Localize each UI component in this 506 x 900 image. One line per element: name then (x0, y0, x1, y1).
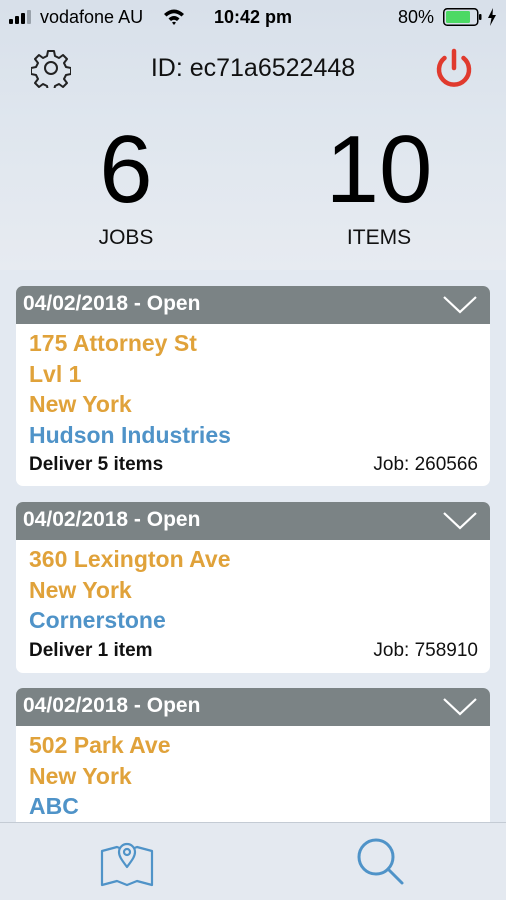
items-stat: 10 ITEMS (279, 118, 479, 250)
job-date-status: 04/02/2018 - Open (23, 292, 201, 315)
job-number: Job: 758910 (373, 639, 478, 661)
address-line: 175 Attorney St (29, 330, 197, 356)
jobs-label: JOBS (98, 226, 154, 249)
job-card[interactable]: 04/02/2018 - Open 360 Lexington Ave New … (16, 502, 490, 673)
company-name: Hudson Industries (29, 421, 231, 448)
company-name: Cornerstone (29, 607, 166, 633)
search-tab-button[interactable] (352, 837, 408, 889)
job-list[interactable]: 04/02/2018 - Open 175 Attorney St Lvl 1 … (0, 270, 506, 822)
job-number: Job: 260566 (373, 454, 478, 475)
job-card-header[interactable]: 04/02/2018 - Open (16, 286, 490, 324)
job-card-header[interactable]: 04/02/2018 - Open (16, 688, 490, 726)
jobs-stat: 6 JOBS (26, 118, 226, 250)
chevron-down-icon[interactable] (443, 698, 477, 716)
job-card-body: 360 Lexington Ave New York Cornerstone D… (16, 540, 490, 665)
device-id: ID: ec71a6522448 (150, 54, 356, 82)
deliver-count: Deliver 5 items (29, 454, 164, 475)
map-tab-button[interactable] (99, 837, 155, 889)
address-line: 502 Park Ave (29, 732, 171, 758)
power-button[interactable] (432, 47, 476, 91)
address-line: Lvl 1 (29, 360, 82, 387)
job-card[interactable]: 04/02/2018 - Open 502 Park Ave New York … (16, 688, 490, 822)
battery-icon (443, 8, 482, 26)
search-icon (357, 838, 404, 885)
address-line: New York (29, 762, 132, 789)
job-card-body: 175 Attorney St Lvl 1 New York Hudson In… (16, 324, 490, 479)
chevron-down-icon[interactable] (443, 512, 477, 530)
job-card[interactable]: 04/02/2018 - Open 175 Attorney St Lvl 1 … (16, 286, 490, 486)
deliver-count: Deliver 1 item (29, 639, 153, 661)
job-card-body: 502 Park Ave New York ABC (16, 726, 490, 822)
chevron-down-icon[interactable] (443, 296, 477, 314)
tab-bar (0, 822, 506, 900)
items-count: 10 (325, 116, 433, 223)
power-icon (436, 48, 472, 87)
job-card-header[interactable]: 04/02/2018 - Open (16, 502, 490, 540)
job-date-status: 04/02/2018 - Open (23, 508, 201, 531)
address-line: New York (29, 391, 132, 417)
status-bar: vodafone AU 10:42 pm 80% (0, 0, 506, 36)
items-label: ITEMS (346, 226, 412, 249)
battery-percent: 80% (398, 7, 435, 27)
charging-bolt-icon (488, 8, 496, 26)
company-name: ABC (29, 793, 79, 819)
map-icon (100, 842, 154, 887)
job-date-status: 04/02/2018 - Open (23, 694, 201, 717)
jobs-count: 6 (99, 116, 153, 223)
address-line: 360 Lexington Ave (29, 546, 231, 572)
address-line: New York (29, 576, 132, 603)
